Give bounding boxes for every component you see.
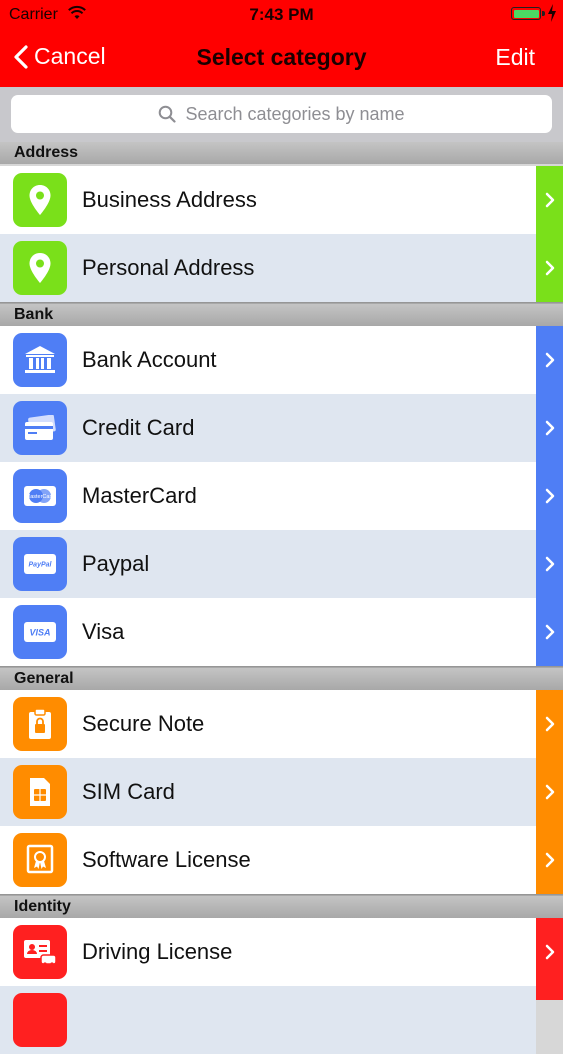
chevron-right-icon [536, 394, 563, 462]
list-item-label: Personal Address [82, 255, 255, 280]
list-item-credit-card[interactable]: Credit Card [0, 394, 536, 462]
secure-note-icon [13, 697, 67, 751]
chevron-right-icon [536, 166, 563, 234]
list-item-software-license[interactable]: Software License [0, 826, 536, 894]
list-item-paypal[interactable]: PayPal Paypal [0, 530, 536, 598]
chevron-right-icon [536, 598, 563, 666]
list-item-label: Bank Account [82, 347, 217, 372]
mastercard-icon: MasterCard [13, 469, 67, 523]
list-item-driving-license[interactable]: Driving License [0, 918, 536, 986]
chevron-right-icon [536, 918, 563, 986]
chevron-right-icon [536, 326, 563, 394]
list-item-label: Software License [82, 847, 251, 872]
list-item-bank-account[interactable]: Bank Account [0, 326, 536, 394]
section-color-strip-general [536, 690, 563, 894]
search-placeholder: Search categories by name [185, 103, 405, 124]
list-item-label: Secure Note [82, 711, 205, 736]
list-item-visa[interactable]: VISA Visa [0, 598, 536, 666]
section-color-strip-identity [536, 918, 563, 1000]
sim-card-icon [13, 765, 67, 819]
search-input[interactable]: Search categories by name [11, 95, 552, 133]
section-header-address: Address [0, 142, 563, 164]
list-item-mastercard[interactable]: MasterCard MasterCard [0, 462, 536, 530]
page-title: Select category [196, 44, 367, 70]
list-item-label: Driving License [82, 939, 233, 964]
battery-icon [511, 7, 545, 20]
visa-icon: VISA [13, 605, 67, 659]
navigation-bar: Cancel Select category Edit [0, 29, 563, 87]
charging-icon [548, 4, 556, 22]
svg-text:VISA: VISA [29, 628, 50, 638]
bank-icon [13, 333, 67, 387]
status-bar: Carrier 7:43 PM [0, 0, 563, 29]
map-pin-icon [13, 173, 67, 227]
edit-button[interactable]: Edit [495, 44, 535, 71]
list-item-label: Business Address [82, 187, 257, 212]
list-item-label: Credit Card [82, 415, 195, 440]
search-icon [159, 105, 177, 123]
identity-icon [13, 993, 67, 1047]
certificate-icon [13, 833, 67, 887]
list-item-label: Visa [82, 619, 125, 644]
chevron-right-icon [536, 758, 563, 826]
section-color-strip-bank [536, 326, 563, 666]
driving-license-icon [13, 925, 67, 979]
list-item-sim-card[interactable]: SIM Card [0, 758, 536, 826]
list-item-label: MasterCard [82, 483, 197, 508]
chevron-right-icon [536, 462, 563, 530]
list-item-label: SIM Card [82, 779, 175, 804]
credit-card-icon [13, 401, 67, 455]
search-bar: Search categories by name [0, 87, 563, 142]
clock: 7:43 PM [249, 5, 314, 24]
svg-text:PayPal: PayPal [29, 562, 53, 569]
chevron-right-icon [536, 826, 563, 894]
chevron-right-icon [536, 530, 563, 598]
section-header-general: General [0, 668, 563, 690]
list-item-business-address[interactable]: Business Address [0, 166, 536, 234]
section-header-identity: Identity [0, 896, 563, 918]
chevron-right-icon [536, 234, 563, 302]
list-item-secure-note[interactable]: Secure Note [0, 690, 536, 758]
paypal-icon: PayPal [13, 537, 67, 591]
list-item-partial[interactable] [0, 986, 536, 1054]
svg-text:MasterCard: MasterCard [26, 494, 55, 500]
section-color-strip-address [536, 166, 563, 302]
section-header-bank: Bank [0, 304, 563, 326]
map-pin-icon [13, 241, 67, 295]
list-item-personal-address[interactable]: Personal Address [0, 234, 536, 302]
list-item-label: Paypal [82, 551, 150, 576]
chevron-right-icon [536, 690, 563, 758]
